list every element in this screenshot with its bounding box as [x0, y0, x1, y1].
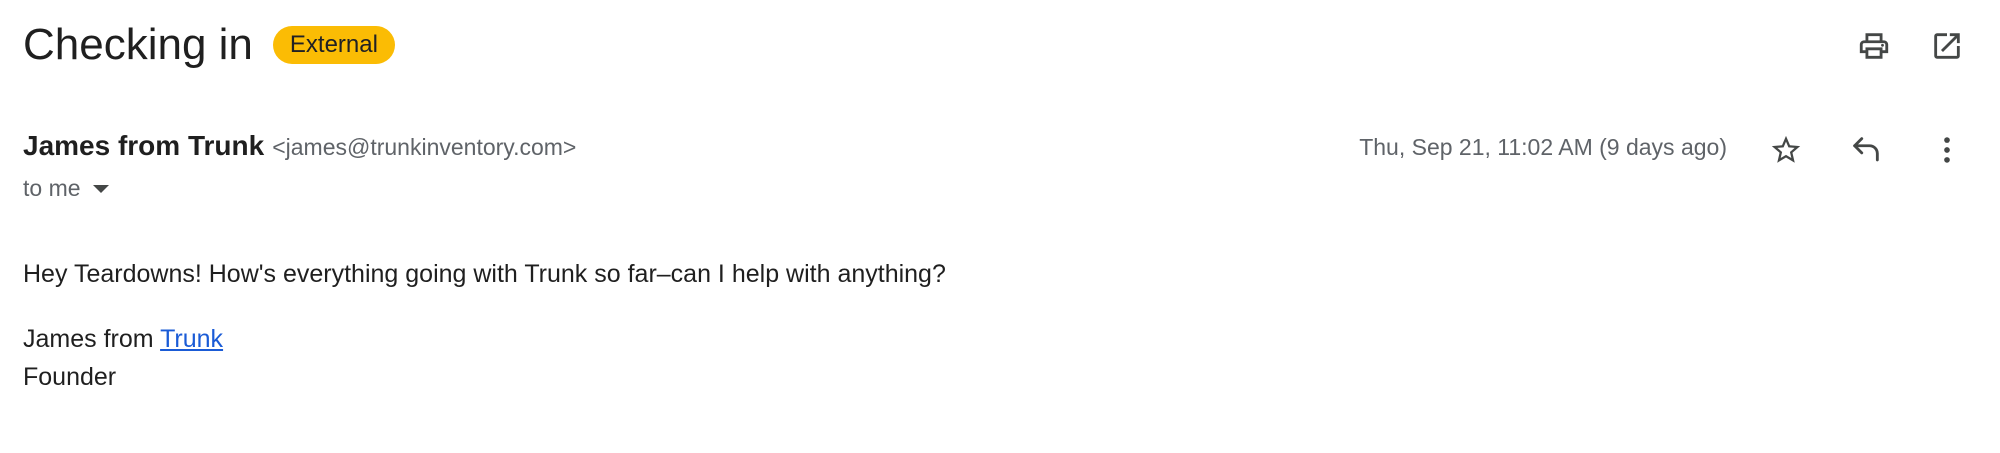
message-body: Hey Teardowns! How's everything going wi…	[23, 255, 946, 396]
printer-icon	[1859, 33, 1889, 59]
sender-info: James from Trunk <james@trunkinventory.c…	[23, 130, 576, 162]
recipient-label: to me	[23, 175, 81, 201]
sender-name[interactable]: James from Trunk	[23, 130, 264, 162]
chevron-down-icon	[92, 184, 109, 193]
email-subject: Checking in	[23, 20, 253, 69]
subject-header: Checking in External	[23, 18, 395, 72]
more-options-button[interactable]	[1925, 128, 1969, 172]
trunk-link[interactable]: Trunk	[160, 325, 223, 353]
body-greeting: Hey Teardowns! How's everything going wi…	[23, 260, 946, 288]
external-badge: External	[272, 26, 395, 64]
print-button[interactable]	[1852, 24, 1896, 68]
star-icon	[1771, 135, 1801, 163]
reply-icon	[1853, 137, 1879, 162]
star-button[interactable]	[1764, 128, 1808, 172]
message-date: Thu, Sep 21, 11:02 AM (9 days ago)	[1359, 134, 1727, 160]
open-in-new-window-button[interactable]	[1925, 24, 1969, 68]
sender-email: <james@trunkinventory.com>	[272, 134, 577, 160]
recipient-details-toggle[interactable]: to me	[23, 175, 109, 202]
signature-prefix: James from	[23, 325, 161, 353]
open-in-new-window-icon	[1934, 33, 1960, 59]
signature-line: James from Trunk	[23, 320, 946, 358]
more-vert-icon	[1944, 137, 1950, 163]
signature-title: Founder	[23, 363, 117, 391]
reply-button[interactable]	[1844, 128, 1888, 172]
